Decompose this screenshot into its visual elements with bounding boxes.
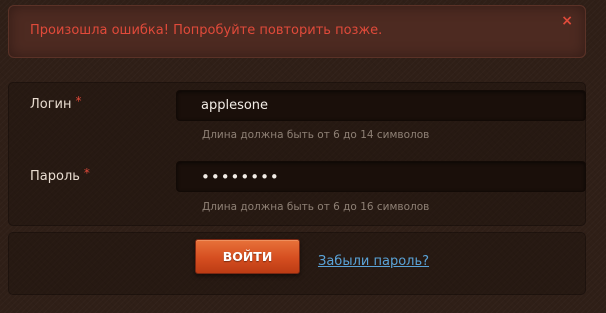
login-button[interactable]: ВОЙТИ: [195, 239, 300, 274]
login-hint: Длина должна быть от 6 до 14 символов: [202, 129, 430, 141]
close-icon[interactable]: ×: [561, 14, 573, 28]
forgot-password-link[interactable]: Забыли пароль?: [318, 254, 429, 269]
password-label-text: Пароль: [30, 169, 80, 184]
error-message: Произошла ошибка! Попробуйте повторить п…: [30, 23, 383, 38]
password-hint: Длина должна быть от 6 до 16 символов: [202, 201, 430, 213]
password-label: Пароль *: [30, 166, 90, 184]
login-label: Логин *: [30, 94, 82, 112]
login-input[interactable]: [176, 90, 586, 121]
error-alert: Произошла ошибка! Попробуйте повторить п…: [8, 5, 586, 58]
login-required-mark: *: [75, 94, 82, 108]
password-input[interactable]: [176, 161, 586, 192]
password-required-mark: *: [83, 166, 90, 180]
login-label-text: Логин: [30, 97, 72, 112]
